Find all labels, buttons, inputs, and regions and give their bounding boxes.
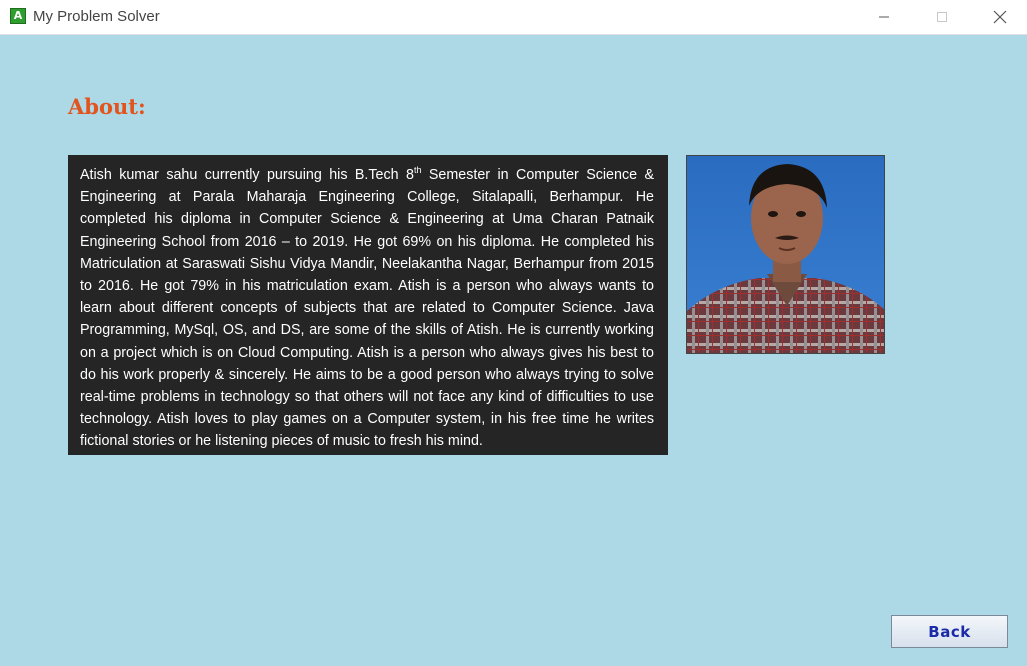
profile-photo bbox=[686, 155, 885, 354]
about-paragraph: Atish kumar sahu currently pursuing his … bbox=[80, 164, 654, 453]
about-text-box: Atish kumar sahu currently pursuing his … bbox=[68, 155, 668, 455]
profile-photo-image bbox=[687, 156, 884, 353]
about-text-part1: Atish kumar sahu currently pursuing his … bbox=[80, 167, 414, 183]
close-button[interactable] bbox=[971, 0, 1027, 33]
window-title: My Problem Solver bbox=[33, 8, 160, 25]
app-icon: A bbox=[10, 8, 26, 24]
title-bar: A My Problem Solver bbox=[0, 0, 1027, 35]
about-heading: About: bbox=[68, 94, 146, 119]
close-icon bbox=[993, 10, 1007, 23]
back-button[interactable]: Back bbox=[891, 615, 1008, 648]
maximize-button[interactable] bbox=[913, 0, 971, 33]
about-text-part2: Semester in Computer Science & Engineeri… bbox=[80, 167, 654, 450]
minimize-icon bbox=[879, 16, 889, 17]
maximize-icon bbox=[937, 11, 947, 22]
minimize-button[interactable] bbox=[855, 0, 913, 33]
